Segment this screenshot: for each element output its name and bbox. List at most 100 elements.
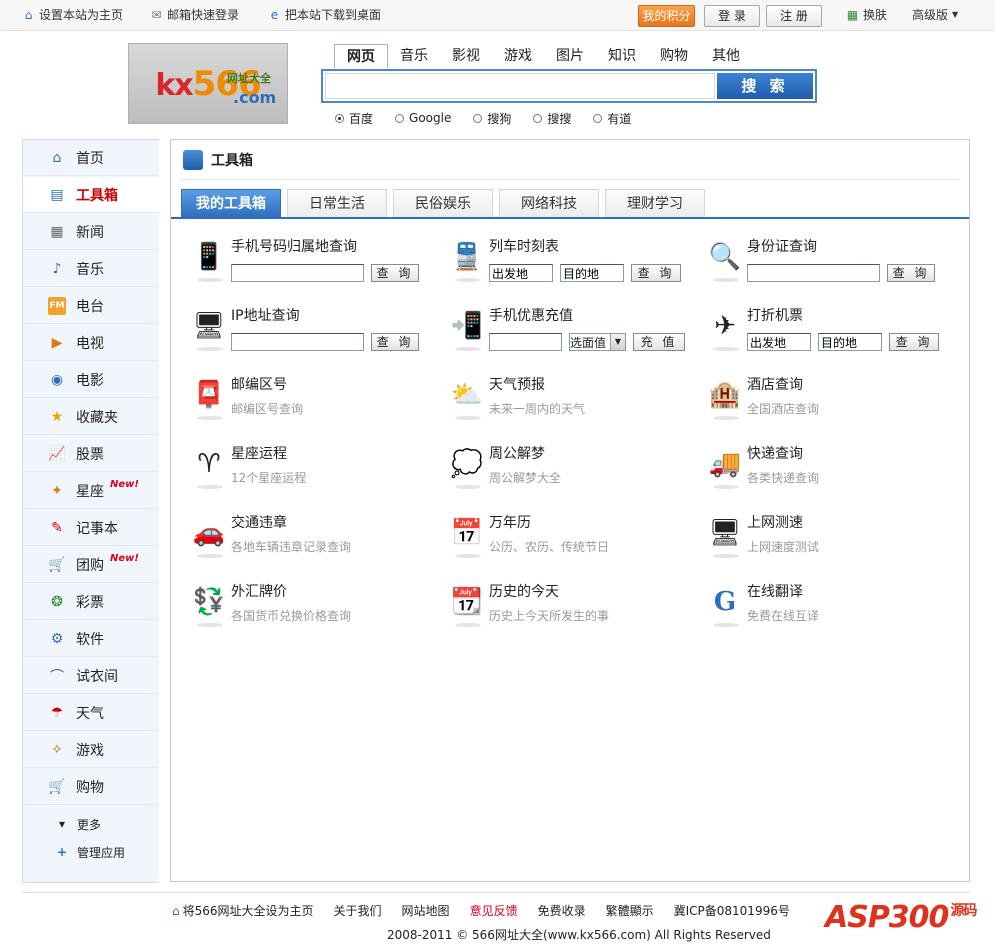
tool-name[interactable]: 打折机票 (747, 305, 803, 325)
sidebar-item[interactable]: ⌒ 试衣间 (23, 658, 159, 694)
engine-option[interactable]: 搜狗 (473, 110, 511, 126)
tool-item[interactable]: 📮 邮编区号 邮编区号查询 (191, 374, 441, 438)
face-value-select[interactable]: 选面值 ▼ (569, 333, 626, 351)
sidebar-item[interactable]: ✧ 游戏 (23, 732, 159, 768)
tool-name[interactable]: 天气预报 (489, 374, 545, 394)
tool-item[interactable]: ⛅ 天气预报 未来一周内的天气 (449, 374, 699, 438)
engine-option[interactable]: 百度 (335, 110, 373, 126)
search-input[interactable] (325, 73, 715, 99)
express-truck-icon[interactable]: 🚚 (707, 443, 743, 489)
phone-number-input[interactable] (489, 333, 562, 351)
radio-button[interactable] (473, 113, 483, 123)
translate-g-icon[interactable]: G (707, 581, 743, 627)
footer-link[interactable]: 免费收录 (538, 902, 586, 919)
search-tab[interactable]: 游戏 (492, 44, 544, 68)
query-button[interactable]: 查 询 (371, 333, 419, 351)
footer-link[interactable]: 网站地图 (402, 902, 450, 919)
my-points-button[interactable]: 我的积分 (638, 5, 695, 27)
sidebar-item[interactable]: ♪ 音乐 (23, 251, 159, 287)
footer-link[interactable]: 意见反馈 (470, 902, 518, 919)
engine-option[interactable]: 搜搜 (533, 110, 571, 126)
tool-item[interactable]: G 在线翻译 免费在线互译 (707, 581, 957, 645)
phone-recharge-icon[interactable]: 📲 (449, 305, 485, 351)
search-button[interactable]: 搜 索 (717, 73, 813, 99)
query-input[interactable] (231, 333, 364, 351)
currency-exchange-icon[interactable]: 💱 (191, 581, 227, 627)
sidebar-item[interactable]: ❂ 彩票 (23, 584, 159, 620)
tool-item[interactable]: 🖥 IP地址查询查 询 (191, 305, 441, 369)
skin-link[interactable]: ▦ 换肤 (846, 7, 887, 23)
query-button[interactable]: 查 询 (889, 333, 939, 351)
tool-name[interactable]: 交通违章 (231, 512, 287, 532)
tool-name[interactable]: 手机号码归属地查询 (231, 236, 357, 256)
sidebar-item[interactable]: 🛒 购物 (23, 769, 159, 805)
to-input[interactable] (560, 264, 624, 282)
tool-item[interactable]: ✈打折机票查 询 (707, 305, 957, 369)
plane-ticket-icon[interactable]: ✈ (707, 305, 743, 351)
to-input[interactable] (818, 333, 882, 351)
sidebar-item[interactable]: ▶ 电视 (23, 325, 159, 361)
id-card-search-icon[interactable]: 🔍 (707, 236, 743, 282)
radio-button[interactable] (335, 113, 344, 123)
traffic-violation-icon[interactable]: 🚗 (191, 512, 227, 558)
sidebar-item[interactable]: ⌂ 首页 (23, 140, 159, 176)
search-tab[interactable]: 网页 (334, 44, 388, 68)
query-button[interactable]: 查 询 (631, 264, 681, 282)
sidebar-item[interactable]: ☂ 天气 (23, 695, 159, 731)
engine-option[interactable]: 有道 (593, 110, 631, 126)
query-input[interactable] (747, 264, 880, 282)
sidebar-item[interactable]: 🛒 团购 New! (23, 547, 159, 583)
tool-item[interactable]: 💱 外汇牌价 各国货币兑换价格查询 (191, 581, 441, 645)
tool-name[interactable]: IP地址查询 (231, 305, 300, 325)
radio-button[interactable] (533, 113, 543, 123)
toolbox-tab[interactable]: 理财学习 (605, 189, 705, 217)
tool-name[interactable]: 历史的今天 (489, 581, 559, 601)
tool-name[interactable]: 列车时刻表 (489, 236, 559, 256)
footer-link[interactable]: 关于我们 (334, 902, 382, 919)
train-icon[interactable]: 🚆 (449, 236, 485, 282)
tool-item[interactable]: 🔍 身份证查询查 询 (707, 236, 957, 300)
sidebar-item[interactable]: ✦ 星座 New! (23, 473, 159, 509)
toolbox-tab[interactable]: 日常生活 (287, 189, 387, 217)
search-tab[interactable]: 图片 (544, 44, 596, 68)
query-button[interactable]: 查 询 (887, 264, 935, 282)
query-input[interactable] (231, 264, 364, 282)
tool-name[interactable]: 外汇牌价 (231, 581, 287, 601)
sidebar-manage-apps[interactable]: + 管理应用 (23, 838, 159, 866)
from-input[interactable] (747, 333, 811, 351)
tool-name[interactable]: 周公解梦 (489, 443, 545, 463)
tool-item[interactable]: 🚆列车时刻表查 询 (449, 236, 699, 300)
sidebar-item[interactable]: FM 电台 (23, 288, 159, 324)
dream-person-icon[interactable]: 💭 (449, 443, 485, 489)
sidebar-item[interactable]: ▦ 新闻 (23, 214, 159, 250)
tool-item[interactable]: ♈ 星座运程 12个星座运程 (191, 443, 441, 507)
history-calendar-icon[interactable]: 📆 (449, 581, 485, 627)
sidebar-item[interactable]: ⚙ 软件 (23, 621, 159, 657)
footer-link[interactable]: ⌂ 将566网址大全设为主页 (172, 902, 314, 919)
tool-name[interactable]: 万年历 (489, 512, 531, 532)
radio-button[interactable] (593, 113, 603, 123)
tool-item[interactable]: 💭 周公解梦 周公解梦大全 (449, 443, 699, 507)
tool-item[interactable]: 📱 手机号码归属地查询查 询 (191, 236, 441, 300)
login-button[interactable]: 登 录 (704, 5, 760, 27)
advanced-version-dropdown[interactable]: 高级版 ▼ (912, 7, 958, 23)
sidebar-item[interactable]: ▤ 工具箱 (23, 177, 161, 213)
weather-sun-cloud-icon[interactable]: ⛅ (449, 374, 485, 420)
tool-name[interactable]: 星座运程 (231, 443, 287, 463)
postcode-icon[interactable]: 📮 (191, 374, 227, 420)
toolbox-tab[interactable]: 我的工具箱 (181, 189, 281, 217)
tool-item[interactable]: 🏨 酒店查询 全国酒店查询 (707, 374, 957, 438)
tool-name[interactable]: 上网测速 (747, 512, 803, 532)
toolbox-tab[interactable]: 网络科技 (499, 189, 599, 217)
tool-item[interactable]: 📲 手机优惠充值 选面值 ▼ 充 值 (449, 305, 699, 369)
search-tab[interactable]: 知识 (596, 44, 648, 68)
tool-name[interactable]: 手机优惠充值 (489, 305, 573, 325)
search-tab[interactable]: 其他 (700, 44, 752, 68)
tool-name[interactable]: 身份证查询 (747, 236, 817, 256)
tool-name[interactable]: 酒店查询 (747, 374, 803, 394)
tool-item[interactable]: 📆 历史的今天 历史上今天所发生的事 (449, 581, 699, 645)
site-logo[interactable]: kx566 网址大全 .com (128, 43, 288, 124)
search-tab[interactable]: 影视 (440, 44, 492, 68)
sidebar-item[interactable]: 📈 股票 (23, 436, 159, 472)
calendar-15-icon[interactable]: 📅 (449, 512, 485, 558)
